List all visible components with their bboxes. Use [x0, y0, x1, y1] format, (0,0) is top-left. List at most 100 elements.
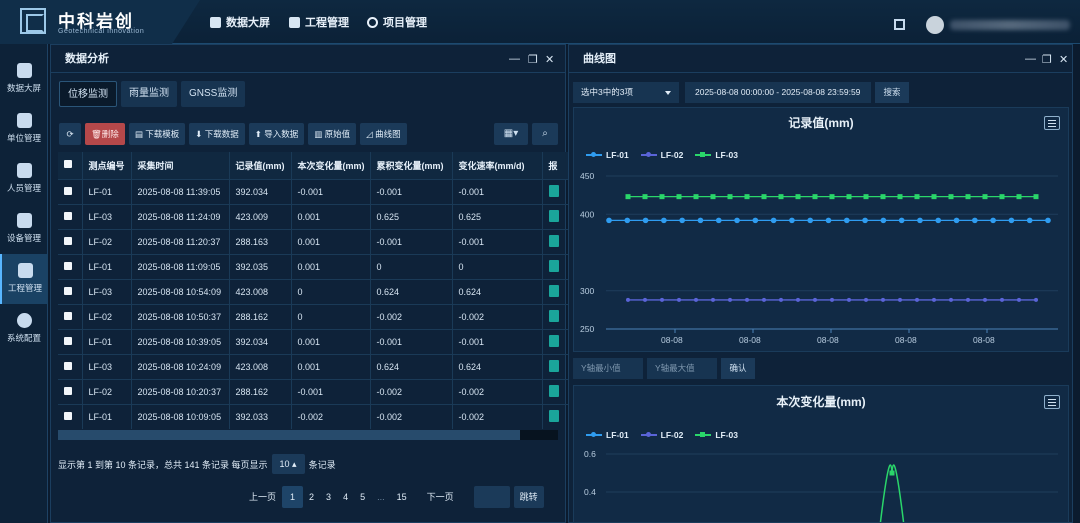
table-row[interactable]: LF-03 2025-08-08 11:24:09 423.009 0.001 0.62…	[58, 203, 569, 229]
prev-page-button[interactable]: 上一页	[243, 486, 282, 508]
row-checkbox[interactable]	[58, 403, 83, 429]
maximize-icon[interactable]: ❐	[528, 53, 538, 66]
report-button[interactable]	[542, 353, 569, 379]
curve-button[interactable]: ◿ 曲线图	[360, 123, 407, 145]
row-checkbox[interactable]	[58, 353, 83, 379]
close-icon[interactable]: ✕	[1059, 53, 1068, 66]
data-point	[864, 297, 868, 302]
scrollbar-thumb[interactable]	[58, 430, 520, 440]
table-row[interactable]: LF-01 2025-08-08 11:39:05 392.034 -0.001 -0.…	[58, 178, 569, 204]
report-button[interactable]	[542, 278, 569, 304]
import-data-button[interactable]: ⬆ 导入数据	[248, 123, 305, 145]
row-checkbox[interactable]	[58, 253, 83, 279]
row-checkbox[interactable]	[58, 378, 83, 404]
nav-item-item-mgmt[interactable]: 项目管理	[367, 14, 427, 30]
minimize-icon[interactable]: —	[1025, 53, 1036, 65]
tab-rainfall[interactable]: 雨量监测	[121, 81, 177, 107]
page-3[interactable]: 3	[320, 486, 337, 508]
download-template-button[interactable]: ▤ 下载模板	[128, 123, 186, 145]
table-row[interactable]: LF-01 2025-08-08 11:09:05 392.035 0.001 0 0	[58, 253, 569, 279]
data-table: 测点编号 采集时间 记录值(mm) 本次变化量(mm) 累积变化量(mm) 变化…	[58, 152, 569, 429]
tab-gnss[interactable]: GNSS监测	[181, 81, 246, 107]
delete-button[interactable]: 🗑删除	[85, 123, 125, 145]
col-change[interactable]: 本次变化量(mm)	[291, 152, 371, 179]
tab-displacement[interactable]: 位移监测	[59, 81, 117, 107]
top-header: 中科岩创 Geotechnical innovation 数据大屏 工程管理 项…	[0, 0, 1080, 44]
row-checkbox[interactable]	[58, 278, 83, 304]
row-checkbox[interactable]	[58, 328, 83, 354]
table-row[interactable]: LF-02 2025-08-08 10:20:37 288.162 -0.001 -0.…	[58, 378, 569, 404]
sidebar-item-devices[interactable]: 设备管理	[0, 204, 48, 254]
avatar[interactable]	[926, 16, 944, 34]
row-checkbox[interactable]	[58, 203, 83, 229]
row-checkbox[interactable]	[58, 228, 83, 254]
fullscreen-icon[interactable]	[894, 19, 905, 30]
data-point	[982, 194, 988, 200]
jump-button[interactable]: 跳转	[513, 486, 544, 508]
report-button[interactable]	[542, 403, 569, 429]
report-button[interactable]	[542, 378, 569, 404]
nav-item-data-screen[interactable]: 数据大屏	[210, 14, 270, 30]
close-icon[interactable]: ✕	[545, 53, 554, 66]
table-row[interactable]: LF-03 2025-08-08 10:24:09 423.008 0.001 0.62…	[58, 353, 569, 379]
row-checkbox[interactable]	[58, 303, 83, 329]
maximize-icon[interactable]: ❐	[1042, 53, 1052, 66]
col-record[interactable]: 记录值(mm)	[229, 152, 292, 179]
page-4[interactable]: 4	[337, 486, 354, 508]
col-rate[interactable]: 变化速率(mm/d)	[452, 152, 543, 179]
horizontal-scrollbar[interactable]	[58, 430, 558, 440]
point-select[interactable]: 选中3中的3项	[573, 82, 679, 103]
sidebar-item-config[interactable]: 系统配置	[0, 304, 48, 354]
data-point	[966, 297, 970, 302]
nav-item-project-mgmt[interactable]: 工程管理	[289, 14, 349, 30]
report-button[interactable]	[542, 303, 569, 329]
y-min-input[interactable]: Y轴最小值	[573, 358, 643, 379]
report-button[interactable]	[542, 228, 569, 254]
data-point	[661, 217, 667, 224]
minimize-icon[interactable]: —	[509, 53, 520, 65]
page-15[interactable]: 15	[391, 486, 413, 508]
raw-value-button[interactable]: ▥ 原始值	[308, 123, 357, 145]
table-row[interactable]: LF-01 2025-08-08 10:39:05 392.034 0.001 -0.0…	[58, 328, 569, 354]
confirm-button[interactable]: 确认	[721, 358, 755, 379]
date-range-input[interactable]: 2025-08-08 00:00:00 - 2025-08-08 23:59:5…	[685, 82, 871, 103]
download-data-button[interactable]: ⬇ 下载数据	[189, 123, 245, 145]
select-all-checkbox[interactable]	[58, 152, 83, 179]
page-2[interactable]: 2	[303, 486, 320, 508]
page-1[interactable]: 1	[282, 486, 304, 508]
page-jump-input[interactable]	[473, 486, 510, 508]
report-button[interactable]	[542, 203, 569, 229]
report-button[interactable]	[542, 178, 569, 204]
column-toggle-button[interactable]: ▦▾	[494, 123, 528, 145]
sidebar-item-units[interactable]: 单位管理	[0, 104, 48, 154]
report-button[interactable]	[542, 253, 569, 279]
row-checkbox[interactable]	[58, 178, 83, 204]
table-row[interactable]: LF-02 2025-08-08 10:50:37 288.162 0 -0.002 -0…	[58, 303, 569, 329]
table-row[interactable]: LF-03 2025-08-08 10:54:09 423.008 0 0.624 0.6…	[58, 278, 569, 304]
sidebar-item-data-screen[interactable]: 数据大屏	[0, 54, 48, 104]
table-toolbar: ⟳ 🗑删除 ▤ 下载模板 ⬇ 下载数据 ⬆ 导入数据 ▥ 原始值 ◿ 曲线图	[59, 123, 407, 145]
sidebar-item-personnel[interactable]: 人员管理	[0, 154, 48, 204]
table-row[interactable]: LF-01 2025-08-08 10:09:05 392.033 -0.002 -0.…	[58, 403, 569, 429]
refresh-button[interactable]: ⟳	[59, 123, 81, 145]
y-max-input[interactable]: Y轴最大值	[647, 358, 717, 379]
data-point	[825, 217, 832, 224]
col-time[interactable]: 采集时间	[131, 152, 230, 179]
table-row[interactable]: LF-02 2025-08-08 11:20:37 288.163 0.001 -0.0…	[58, 228, 569, 254]
x-tick-label: 08-08	[895, 335, 917, 345]
monitor-icon	[289, 16, 300, 28]
col-cumulative[interactable]: 累积变化量(mm)	[370, 152, 453, 179]
report-button[interactable]	[542, 328, 569, 354]
page-size-select[interactable]: 10 ▴	[271, 454, 305, 474]
next-page-button[interactable]: 下一页	[421, 486, 460, 508]
data-point	[914, 194, 920, 200]
search-button[interactable]: ⌕	[532, 123, 558, 145]
col-point-id[interactable]: 测点编号	[82, 152, 132, 179]
sidebar-item-projects[interactable]: 工程管理	[0, 254, 48, 304]
page-5[interactable]: 5	[354, 486, 371, 508]
col-report[interactable]: 报	[542, 152, 569, 179]
table-cell: 2025-08-08 10:39:05	[131, 328, 230, 354]
chart-plot-area: 0.4 0.6	[584, 449, 1058, 522]
search-button[interactable]: 搜索	[875, 82, 909, 103]
data-point	[745, 297, 749, 302]
